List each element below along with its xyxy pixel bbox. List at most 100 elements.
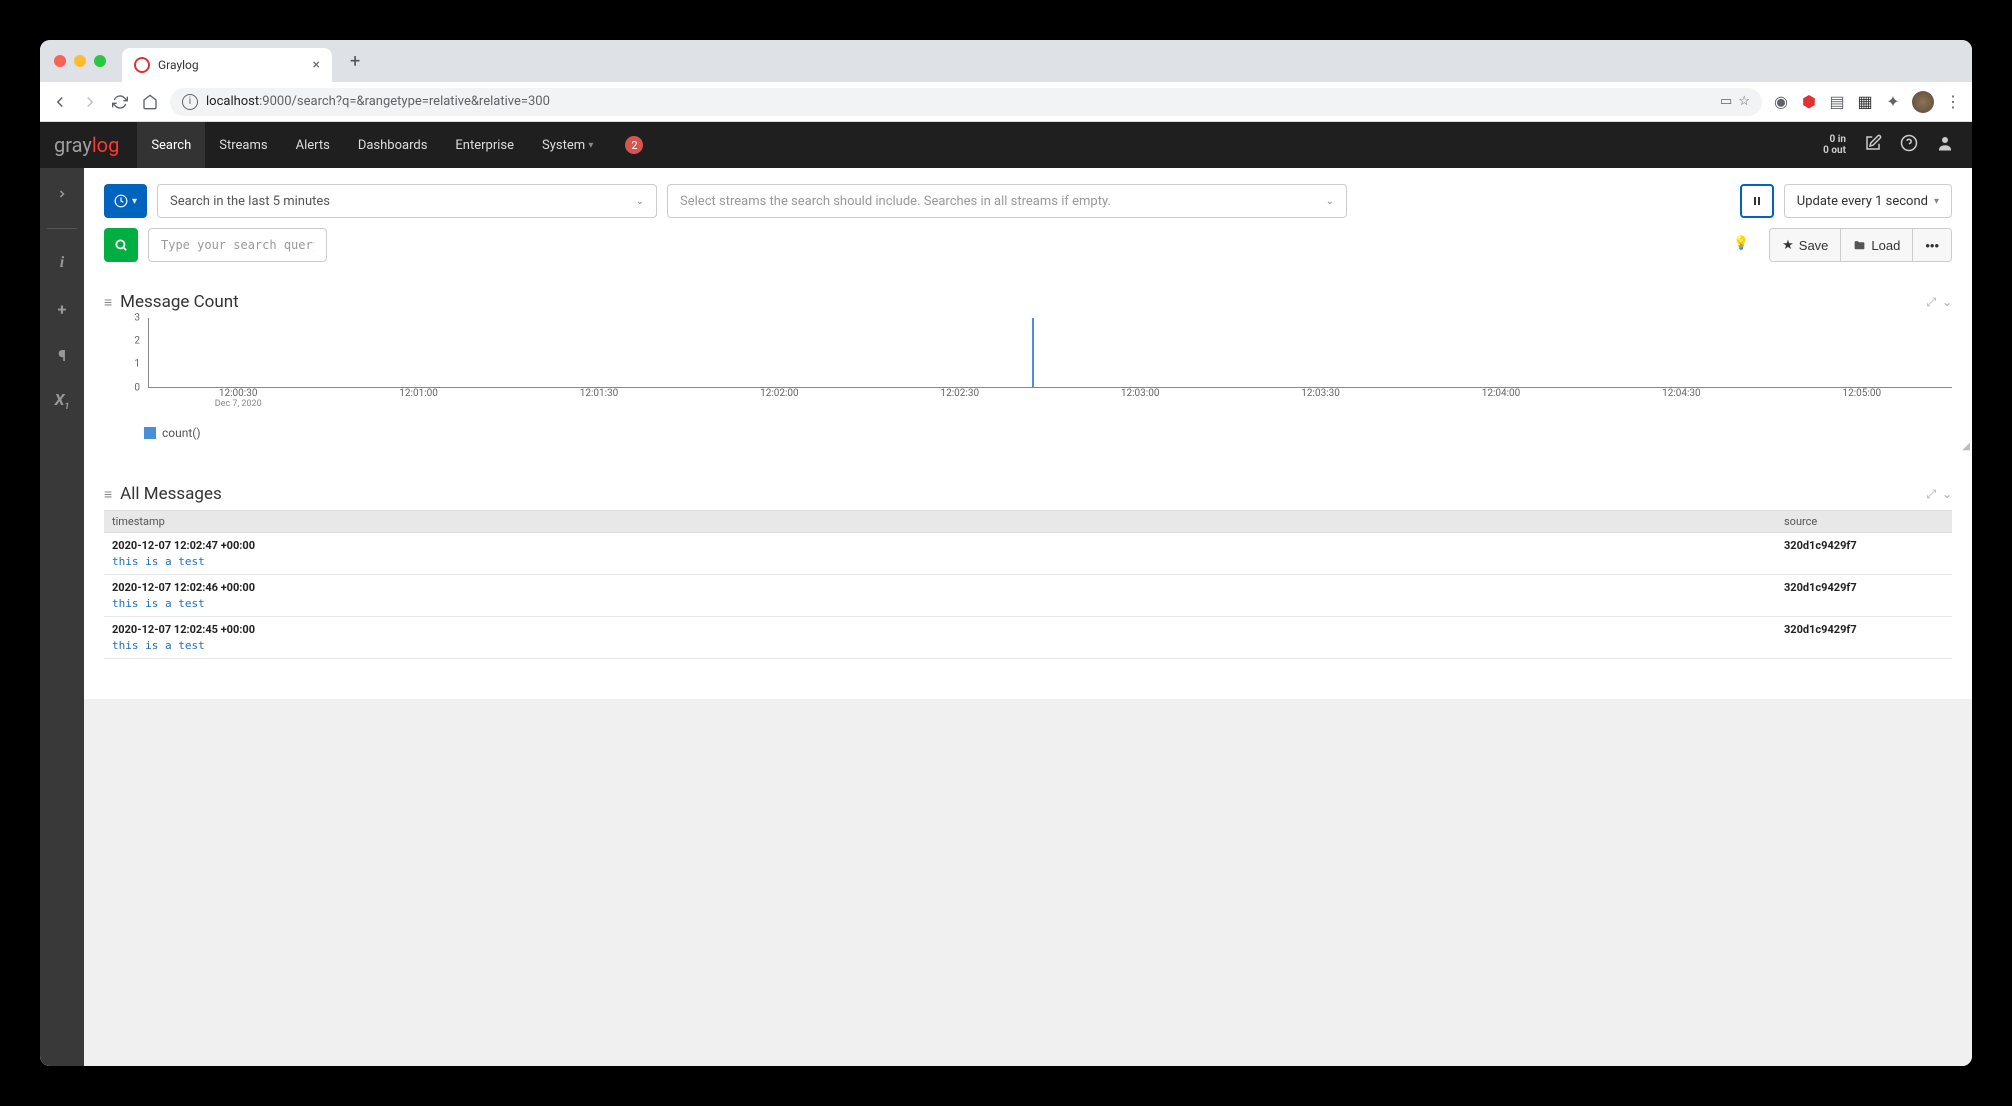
y-tick: 0 bbox=[134, 383, 140, 394]
drag-handle-icon[interactable]: ≡ bbox=[104, 486, 112, 503]
legend-label: count() bbox=[162, 426, 201, 440]
x-tick: 12:02:00 bbox=[760, 388, 799, 399]
present-icon[interactable]: ▭ bbox=[1720, 94, 1732, 109]
puzzle-icon[interactable]: ✦ bbox=[1884, 93, 1902, 111]
site-info-icon[interactable]: i bbox=[182, 94, 198, 110]
drag-handle-icon[interactable]: ≡ bbox=[104, 294, 112, 311]
msg-body: this is a test bbox=[112, 597, 1944, 610]
x-tick: 12:02:30 bbox=[941, 388, 980, 399]
close-window-button[interactable] bbox=[54, 55, 66, 67]
paragraph-icon[interactable]: ¶ bbox=[48, 341, 76, 369]
chart-title: Message Count bbox=[120, 292, 239, 312]
x-tick: 12:03:30 bbox=[1301, 388, 1340, 399]
chart-panel: ≡ Message Count ⤢ ⌄ 3 2 1 0 bbox=[84, 278, 1972, 454]
time-config-button[interactable]: ▾ bbox=[104, 184, 147, 218]
y-tick: 2 bbox=[134, 336, 140, 347]
panel-menu-icon[interactable]: ⌄ bbox=[1942, 295, 1952, 310]
kebab-menu-icon[interactable]: ⋮ bbox=[1944, 93, 1962, 111]
nav-search[interactable]: Search bbox=[137, 122, 205, 168]
messages-panel: ≡ All Messages ⤢ ⌄ timestamp source bbox=[84, 470, 1972, 699]
minimize-window-button[interactable] bbox=[74, 55, 86, 67]
nav-system[interactable]: System ▾ bbox=[528, 122, 607, 168]
table-row[interactable]: 2020-12-07 12:02:45 +00:00320d1c9429f7 t… bbox=[104, 617, 1952, 659]
url-host: localhost:9000/search?q=&rangetype=relat… bbox=[206, 94, 550, 109]
reader-icon[interactable]: ▤ bbox=[1828, 93, 1846, 111]
y-tick: 1 bbox=[134, 359, 140, 370]
ext-icon-1[interactable]: ▦ bbox=[1856, 93, 1874, 111]
resize-handle-icon[interactable]: ◢ bbox=[1962, 441, 1970, 452]
col-timestamp[interactable]: timestamp bbox=[112, 515, 1784, 528]
y-tick: 3 bbox=[134, 313, 140, 324]
action-group: ★ Save Load ••• bbox=[1769, 228, 1952, 262]
reload-button[interactable] bbox=[110, 92, 130, 112]
expand-icon[interactable]: ⤢ bbox=[1926, 487, 1936, 502]
load-button[interactable]: Load bbox=[1841, 229, 1913, 261]
msg-timestamp: 2020-12-07 12:02:46 +00:00 bbox=[112, 581, 1784, 594]
more-actions-button[interactable]: ••• bbox=[1913, 229, 1951, 261]
save-button[interactable]: ★ Save bbox=[1770, 229, 1841, 261]
home-button[interactable] bbox=[140, 92, 160, 112]
x-tick: 12:01:00 bbox=[399, 388, 438, 399]
plot-area[interactable] bbox=[148, 318, 1952, 388]
stream-select[interactable]: Select streams the search should include… bbox=[667, 184, 1347, 218]
main-area: ▾ Search in the last 5 minutes ⌄ Select … bbox=[84, 168, 1972, 1066]
msg-source: 320d1c9429f7 bbox=[1784, 539, 1944, 552]
logo[interactable]: graylog bbox=[54, 133, 119, 157]
favicon-icon bbox=[134, 57, 150, 73]
chart-area: 3 2 1 0 12:00:30Dec 7, 2020 12:01:00 12:… bbox=[124, 318, 1952, 408]
nav-enterprise[interactable]: Enterprise bbox=[441, 122, 528, 168]
msg-source: 320d1c9429f7 bbox=[1784, 581, 1944, 594]
new-tab-button[interactable]: + bbox=[350, 51, 360, 72]
expand-icon[interactable]: ⤢ bbox=[1926, 295, 1936, 310]
addressbar-row: i localhost:9000/search?q=&rangetype=rel… bbox=[40, 82, 1972, 122]
profile-avatar[interactable] bbox=[1912, 91, 1934, 113]
variable-icon[interactable]: X1 bbox=[48, 387, 76, 415]
add-icon[interactable]: + bbox=[48, 295, 76, 323]
nav-alerts[interactable]: Alerts bbox=[282, 122, 344, 168]
tab-close-button[interactable]: × bbox=[313, 57, 320, 73]
addressbar[interactable]: i localhost:9000/search?q=&rangetype=rel… bbox=[170, 88, 1762, 116]
update-interval-select[interactable]: Update every 1 second ▾ bbox=[1784, 184, 1952, 218]
forward-button[interactable] bbox=[80, 92, 100, 112]
table-row[interactable]: 2020-12-07 12:02:46 +00:00320d1c9429f7 t… bbox=[104, 575, 1952, 617]
lightbulb-icon[interactable]: 💡 bbox=[1733, 236, 1749, 251]
messages-title: All Messages bbox=[120, 484, 222, 504]
panel-menu-icon[interactable]: ⌄ bbox=[1942, 487, 1952, 502]
x-tick: 12:05:00 bbox=[1843, 388, 1882, 399]
topnav: graylog Search Streams Alerts Dashboards… bbox=[40, 122, 1972, 168]
x-tick: 12:04:30 bbox=[1662, 388, 1701, 399]
help-icon[interactable] bbox=[1900, 134, 1918, 157]
x-tick: 12:04:00 bbox=[1482, 388, 1521, 399]
msg-body: this is a test bbox=[112, 639, 1944, 652]
shield-icon[interactable]: ⬢ bbox=[1800, 93, 1818, 111]
notification-badge[interactable]: 2 bbox=[625, 136, 643, 154]
sidebar: i + ¶ X1 bbox=[40, 168, 84, 1066]
table-row[interactable]: 2020-12-07 12:02:47 +00:00320d1c9429f7 t… bbox=[104, 533, 1952, 575]
time-range-select[interactable]: Search in the last 5 minutes ⌄ bbox=[157, 184, 657, 218]
browser-tab[interactable]: Graylog × bbox=[122, 48, 332, 82]
col-source[interactable]: source bbox=[1784, 515, 1944, 528]
query-input[interactable] bbox=[148, 228, 327, 262]
info-icon[interactable]: i bbox=[48, 249, 76, 277]
search-button[interactable] bbox=[104, 228, 138, 262]
traffic-lights bbox=[54, 55, 106, 67]
camera-icon[interactable]: ◉ bbox=[1772, 93, 1790, 111]
msg-body: this is a test bbox=[112, 555, 1944, 568]
expand-sidebar-icon[interactable] bbox=[48, 180, 76, 208]
x-tick: 12:03:00 bbox=[1121, 388, 1160, 399]
pause-button[interactable] bbox=[1740, 184, 1774, 218]
io-stats: 0 in 0 out bbox=[1823, 134, 1846, 156]
user-icon[interactable] bbox=[1936, 134, 1954, 157]
nav-streams[interactable]: Streams bbox=[205, 122, 281, 168]
back-button[interactable] bbox=[50, 92, 70, 112]
messages-table: timestamp source 2020-12-07 12:02:47 +00… bbox=[104, 510, 1952, 659]
table-header: timestamp source bbox=[104, 510, 1952, 533]
bookmark-star-icon[interactable]: ☆ bbox=[1738, 94, 1750, 109]
nav-dashboards[interactable]: Dashboards bbox=[344, 122, 442, 168]
scratchpad-icon[interactable] bbox=[1864, 134, 1882, 157]
search-panel: ▾ Search in the last 5 minutes ⌄ Select … bbox=[84, 168, 1972, 278]
maximize-window-button[interactable] bbox=[94, 55, 106, 67]
legend-swatch bbox=[144, 427, 156, 439]
titlebar: Graylog × + bbox=[40, 40, 1972, 82]
msg-timestamp: 2020-12-07 12:02:47 +00:00 bbox=[112, 539, 1784, 552]
